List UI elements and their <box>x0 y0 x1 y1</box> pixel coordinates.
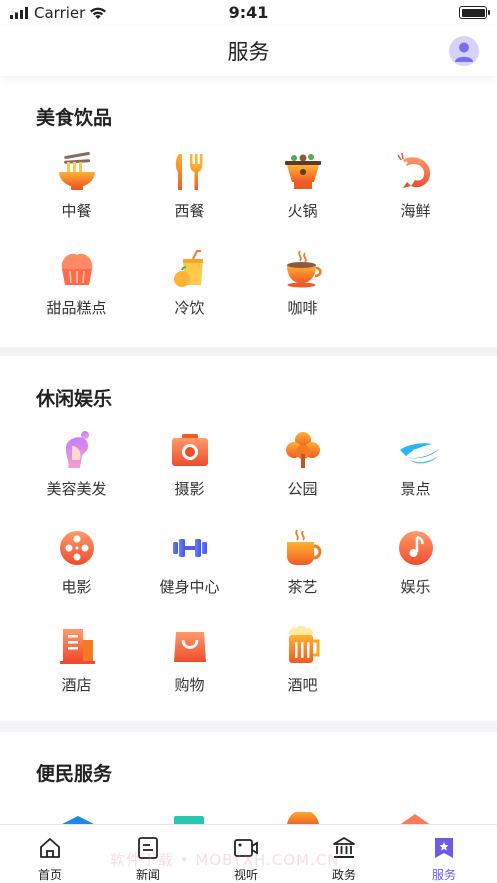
page-title: 服务 <box>227 40 270 64</box>
service-item-scenic-spot[interactable]: 景点 <box>359 430 472 510</box>
service-item-icon-partial[interactable] <box>172 814 206 824</box>
service-item-photography[interactable]: 摄影 <box>133 430 246 510</box>
service-item-tea-art[interactable]: 茶艺 <box>246 528 359 608</box>
service-item-label: 咖啡 <box>287 299 318 317</box>
service-item-label: 甜品糕点 <box>46 299 107 317</box>
service-item-cold-drinks[interactable]: 冷饮 <box>133 249 246 329</box>
coffee-cup-icon <box>287 250 322 288</box>
tab-bar: 首页 新闻 视听 政务 服务 软件下载 • MOBYXH.COM.CN <box>0 824 497 883</box>
status-time: 9:41 <box>228 3 269 22</box>
status-bar: Carrier 9:41 <box>0 0 497 26</box>
tab-news[interactable]: 新闻 <box>98 825 198 883</box>
shrimp-icon <box>397 152 431 188</box>
tab-label: 视听 <box>233 868 258 882</box>
service-item-label: 购物 <box>174 676 205 694</box>
user-icon <box>455 42 473 62</box>
teapot-icon <box>287 529 322 565</box>
hotpot-icon <box>285 154 321 189</box>
tab-label: 首页 <box>37 868 62 882</box>
film-reel-icon <box>60 531 94 565</box>
service-item-fitness-center[interactable]: 健身中心 <box>133 528 246 608</box>
service-item-seafood[interactable]: 海鲜 <box>359 152 472 232</box>
section-title: 美食饮品 <box>36 107 113 129</box>
service-item-shopping[interactable]: 购物 <box>133 626 246 706</box>
service-item-park[interactable]: 公园 <box>246 430 359 510</box>
service-item-chinese-food[interactable]: 中餐 <box>20 152 133 232</box>
service-item-label: 火锅 <box>287 202 318 220</box>
service-item-label: 景点 <box>400 480 431 498</box>
service-item-bar[interactable]: 酒吧 <box>246 626 359 706</box>
service-item-movies[interactable]: 电影 <box>20 528 133 608</box>
service-item-label: 美容美发 <box>46 480 107 498</box>
tab-home[interactable]: 首页 <box>0 825 100 883</box>
dumbbell-icon <box>173 539 207 557</box>
service-star-icon <box>435 838 453 858</box>
hotel-building-icon <box>60 629 95 664</box>
cold-drink-icon <box>174 250 203 287</box>
service-content[interactable]: 美食饮品 中餐 西餐 火锅 海鲜 甜品糕点 冷饮 咖啡 休闲娱乐 美容美发 摄影… <box>0 76 497 824</box>
tab-audio-video[interactable]: 视听 <box>196 825 296 883</box>
tree-icon <box>286 432 320 468</box>
service-item-entertainment[interactable]: 娱乐 <box>359 528 472 608</box>
service-item-label: 电影 <box>61 578 92 596</box>
service-item-desserts[interactable]: 甜品糕点 <box>20 249 133 329</box>
service-item-coffee[interactable]: 咖啡 <box>246 249 359 329</box>
service-item-label: 摄影 <box>174 480 205 498</box>
service-item-label: 中餐 <box>61 202 92 220</box>
service-item-hotel[interactable]: 酒店 <box>20 626 133 706</box>
service-item-label: 健身中心 <box>159 578 220 596</box>
service-item-label: 娱乐 <box>400 578 431 596</box>
noodle-bowl-icon <box>59 152 95 190</box>
service-item-label: 酒店 <box>61 676 92 694</box>
shopping-bag-icon <box>174 632 206 662</box>
section-title: 便民服务 <box>36 763 113 785</box>
section-food-drinks: 美食饮品 中餐 西餐 火锅 海鲜 甜品糕点 冷饮 咖啡 <box>0 76 497 347</box>
service-item-label: 海鲜 <box>400 202 431 220</box>
fork-knife-icon <box>175 154 203 190</box>
tab-government[interactable]: 政务 <box>294 825 394 883</box>
section-leisure-entertainment: 休闲娱乐 美容美发 摄影 公园 景点 电影 健身中心 茶艺 娱乐 酒店 购物 酒… <box>0 356 497 721</box>
section-convenience-services: 便民服务 <box>0 732 497 824</box>
battery-icon <box>459 6 490 19</box>
tab-services[interactable]: 服务 <box>394 825 494 883</box>
navigation-bar: 服务 <box>0 26 497 76</box>
service-item-label: 冷饮 <box>174 299 205 317</box>
music-note-icon <box>399 531 433 565</box>
service-item-label: 公园 <box>287 480 318 498</box>
service-item-icon-partial[interactable] <box>396 812 434 824</box>
government-icon <box>333 837 355 858</box>
service-item-label: 酒吧 <box>287 676 318 694</box>
service-item-beauty-salon[interactable]: 美容美发 <box>20 430 133 510</box>
service-item-icon-partial[interactable] <box>285 812 321 824</box>
service-item-hotpot[interactable]: 火锅 <box>246 152 359 232</box>
service-item-label: 茶艺 <box>287 578 318 596</box>
service-item-icon-partial[interactable] <box>56 814 100 824</box>
beauty-salon-icon <box>65 431 89 468</box>
news-icon <box>138 837 158 859</box>
section-title: 休闲娱乐 <box>36 388 113 410</box>
cupcake-icon <box>61 253 93 285</box>
camera-icon <box>172 434 208 466</box>
tab-label: 新闻 <box>135 868 160 882</box>
home-icon <box>40 838 60 858</box>
tab-label: 服务 <box>431 868 456 882</box>
service-item-western-food[interactable]: 西餐 <box>133 152 246 232</box>
video-icon <box>234 839 258 857</box>
beer-mug-icon <box>289 626 320 663</box>
avatar[interactable] <box>449 36 479 66</box>
service-item-label: 西餐 <box>174 202 205 220</box>
tab-label: 政务 <box>331 868 356 882</box>
scenic-wave-icon <box>398 443 439 464</box>
